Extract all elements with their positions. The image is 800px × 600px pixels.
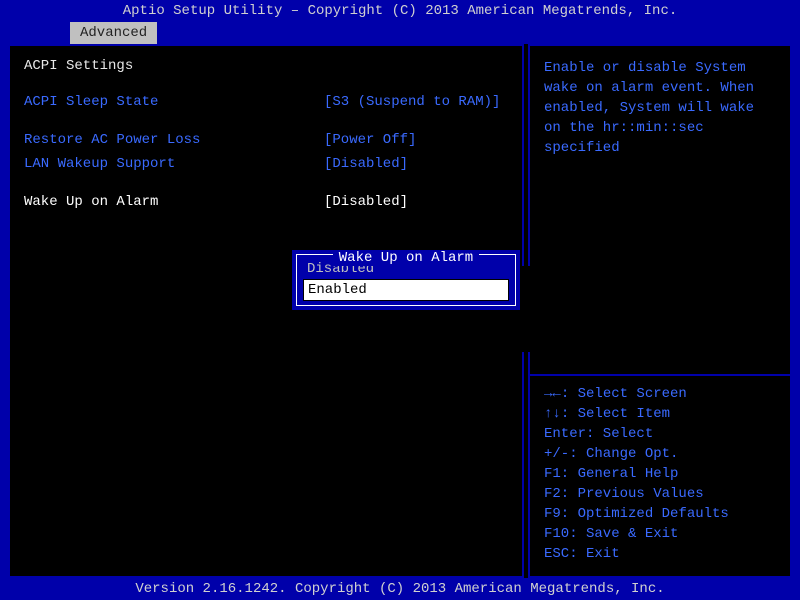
setting-value: [Disabled] xyxy=(324,154,408,174)
setting-restore-ac-power-loss[interactable]: Restore AC Power Loss [Power Off] xyxy=(24,130,508,150)
title-text: Aptio Setup Utility – Copyright (C) 2013… xyxy=(123,3,678,19)
popup-option-enabled[interactable]: Enabled xyxy=(303,279,509,301)
options-popup: Wake Up on Alarm Disabled Enabled xyxy=(292,250,520,310)
title-bar: Aptio Setup Utility – Copyright (C) 2013… xyxy=(0,0,800,22)
setting-value: [S3 (Suspend to RAM)] xyxy=(324,92,500,112)
hint-enter: Enter: Select xyxy=(544,424,776,444)
hint-change: +/-: Change Opt. xyxy=(544,444,776,464)
setting-lan-wakeup-support[interactable]: LAN Wakeup Support [Disabled] xyxy=(24,154,508,174)
hint-esc: ESC: Exit xyxy=(544,544,776,564)
help-text: Enable or disable System wake on alarm e… xyxy=(544,58,776,158)
hint-select-item: : Select Item xyxy=(561,406,670,422)
setting-label: Restore AC Power Loss xyxy=(24,130,324,150)
setting-label: LAN Wakeup Support xyxy=(24,154,324,174)
hint-f2: F2: Previous Values xyxy=(544,484,776,504)
hint-f9: F9: Optimized Defaults xyxy=(544,504,776,524)
popup-option-disabled[interactable]: Disabled xyxy=(297,259,515,279)
tab-advanced[interactable]: Advanced xyxy=(70,22,157,44)
hint-f1: F1: General Help xyxy=(544,464,776,484)
setting-wake-up-on-alarm[interactable]: Wake Up on Alarm [Disabled] xyxy=(24,192,508,212)
hint-f10: F10: Save & Exit xyxy=(544,524,776,544)
setting-label: Wake Up on Alarm xyxy=(24,192,324,212)
divider xyxy=(530,374,790,376)
arrow-up-down-icon xyxy=(544,406,561,422)
key-hints: : Select Screen : Select Item Enter: Sel… xyxy=(544,384,776,564)
main-area: ACPI Settings ACPI Sleep State [S3 (Susp… xyxy=(8,44,792,578)
footer-text: Version 2.16.1242. Copyright (C) 2013 Am… xyxy=(135,581,664,597)
tab-bar: Advanced xyxy=(0,22,800,44)
hint-select-screen: : Select Screen xyxy=(561,386,687,402)
setting-value: [Power Off] xyxy=(324,130,416,150)
arrow-left-right-icon xyxy=(544,386,561,402)
setting-label: ACPI Sleep State xyxy=(24,92,324,112)
section-title: ACPI Settings xyxy=(24,58,508,74)
help-pane: Enable or disable System wake on alarm e… xyxy=(528,44,792,578)
setting-acpi-sleep-state[interactable]: ACPI Sleep State [S3 (Suspend to RAM)] xyxy=(24,92,508,112)
setting-value: [Disabled] xyxy=(324,192,408,212)
footer-bar: Version 2.16.1242. Copyright (C) 2013 Am… xyxy=(0,578,800,600)
